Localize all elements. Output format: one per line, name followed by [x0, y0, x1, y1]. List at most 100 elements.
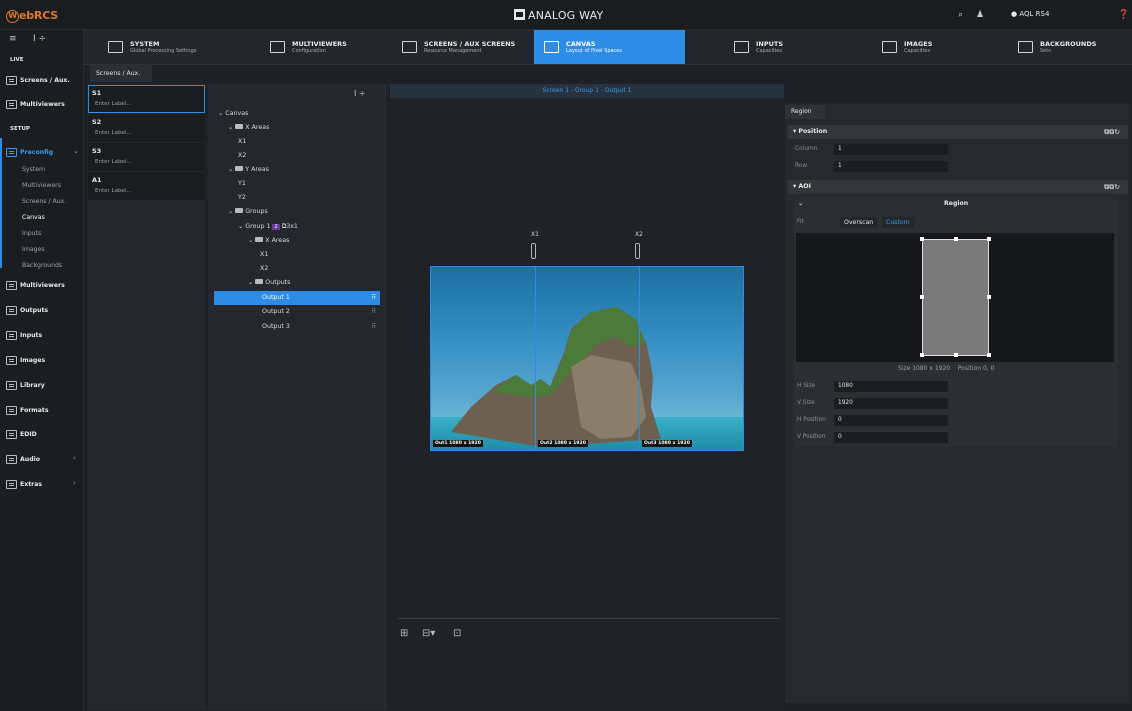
- tree-output-3[interactable]: Output 3 ⠿: [262, 323, 380, 330]
- drag-handle-icon[interactable]: ⠿: [371, 308, 376, 315]
- x-area-handle-1[interactable]: [531, 243, 536, 259]
- nav-library[interactable]: Library: [6, 377, 45, 393]
- column-input[interactable]: 1: [834, 144, 948, 155]
- tree-group-1[interactable]: ⌄ Group 1 2 ⧉3x1: [238, 223, 298, 231]
- library-icon: [6, 380, 17, 390]
- subnav-canvas[interactable]: Canvas: [22, 214, 45, 221]
- folder-icon: [255, 237, 264, 242]
- tree-canvas[interactable]: ⌄ Canvas: [218, 110, 248, 117]
- nav-setup-heading: SETUP: [10, 126, 30, 132]
- subnav-system[interactable]: System: [22, 166, 45, 173]
- chevron-down-icon[interactable]: ⌄: [73, 147, 79, 155]
- hpos-input[interactable]: 0: [834, 415, 948, 426]
- tree-groups[interactable]: ⌄ Groups: [228, 208, 268, 215]
- tab-screens[interactable]: SCREENS / AUX SCREENS Resource Management: [392, 30, 532, 64]
- subnav-multiviewers[interactable]: Multiviewers: [22, 182, 61, 189]
- fit-overscan[interactable]: Overscan: [840, 217, 878, 228]
- subnav-backgrounds[interactable]: Backgrounds: [22, 262, 62, 269]
- copy-paste-reset-icons[interactable]: ⧉⧉↻: [1104, 180, 1120, 194]
- tab-multiviewers[interactable]: MULTIVIEWERS Configuration: [260, 30, 390, 64]
- row-input[interactable]: 1: [834, 161, 948, 172]
- resize-handle[interactable]: [954, 353, 958, 357]
- nav-outputs[interactable]: Outputs: [6, 302, 48, 318]
- resize-handle[interactable]: [920, 295, 924, 299]
- text-size-icon[interactable]: I ÷: [354, 89, 366, 98]
- nav-multiviewers-2[interactable]: Multiviewers: [6, 277, 65, 293]
- resize-handle[interactable]: [954, 237, 958, 241]
- tree-x2[interactable]: X2: [238, 152, 246, 159]
- output-label-2: Out2 1080 x 1920: [538, 440, 588, 447]
- screen-item-s2[interactable]: S2 Enter Label...: [88, 114, 205, 142]
- resize-handle[interactable]: [920, 237, 924, 241]
- bell-icon[interactable]: ♟: [976, 10, 984, 20]
- tab-backgrounds[interactable]: BACKGROUNDS Sets: [1008, 30, 1128, 64]
- text-size-icon[interactable]: I ÷: [33, 34, 46, 44]
- copy-paste-reset-icons[interactable]: ⧉⧉↻: [1104, 125, 1120, 139]
- help-icon[interactable]: ❓: [1118, 10, 1129, 20]
- nav-multiviewers[interactable]: Multiviewers: [6, 96, 65, 112]
- tree-group-x2[interactable]: X2: [260, 265, 268, 272]
- distribute-icon[interactable]: ⊟▾: [422, 628, 435, 639]
- drag-handle-icon[interactable]: ⠿: [371, 323, 376, 330]
- nav-preconfig[interactable]: Preconfig: [6, 144, 53, 160]
- section-aoi[interactable]: ▾ AOI ⧉⧉↻: [788, 180, 1128, 194]
- analogway-logo-icon: [514, 9, 525, 20]
- vpos-input[interactable]: 0: [834, 432, 948, 443]
- tab-system[interactable]: SYSTEM Global Processing Settings: [98, 30, 248, 64]
- tab-region[interactable]: Region: [785, 105, 825, 119]
- screen-item-a1[interactable]: A1 Enter Label...: [88, 172, 205, 200]
- chevron-down-icon[interactable]: ⌄: [798, 200, 803, 207]
- align-icon[interactable]: ⊞: [400, 628, 408, 639]
- resize-handle[interactable]: [987, 237, 991, 241]
- chevron-right-icon[interactable]: ›: [73, 479, 76, 487]
- tree-outputs[interactable]: ⌄ Outputs: [248, 279, 290, 286]
- tab-images[interactable]: IMAGES Capacities: [872, 30, 992, 64]
- nav-screens-aux[interactable]: Screens / Aux.: [6, 72, 70, 88]
- fit-icon[interactable]: ⊡: [453, 628, 461, 639]
- subtab-screens-aux[interactable]: Screens / Aux.: [90, 65, 152, 82]
- nav-audio[interactable]: Audio: [6, 451, 40, 467]
- nav-edid[interactable]: EDID: [6, 426, 37, 442]
- collapse-icon[interactable]: ≡: [9, 34, 17, 44]
- screens-list: S1 Enter Label... S2 Enter Label... S3 Ente…: [88, 84, 205, 710]
- tree-group-x-areas[interactable]: ⌄ X Areas: [248, 237, 289, 244]
- subnav-screens-aux[interactable]: Screens / Aux.: [22, 198, 66, 205]
- subnav-inputs[interactable]: Inputs: [22, 230, 41, 237]
- fit-custom[interactable]: Custom: [882, 217, 914, 228]
- nav-extras[interactable]: Extras: [6, 476, 42, 492]
- resize-handle[interactable]: [920, 353, 924, 357]
- tree-y1[interactable]: Y1: [238, 180, 246, 187]
- section-position[interactable]: ▾ Position ⧉⧉↻: [788, 125, 1128, 139]
- nav-inputs[interactable]: Inputs: [6, 327, 42, 343]
- hsize-input[interactable]: 1080: [834, 381, 948, 392]
- tree-y2[interactable]: Y2: [238, 194, 246, 201]
- screen-item-s1[interactable]: S1 Enter Label...: [88, 85, 205, 113]
- tree-output-2[interactable]: Output 2 ⠿: [262, 308, 380, 315]
- system-icon: [108, 41, 123, 53]
- tab-canvas[interactable]: CANVAS Layout of Pixel Spaces: [534, 30, 685, 64]
- drag-handle-icon[interactable]: ⠿: [371, 291, 376, 305]
- nav-formats[interactable]: Formats: [6, 402, 49, 418]
- search-icon[interactable]: ⌕: [958, 10, 963, 20]
- brand-title: ANALOG WAY: [514, 9, 603, 22]
- resize-handle[interactable]: [987, 295, 991, 299]
- tree-group-x1[interactable]: X1: [260, 251, 268, 258]
- vsize-label: V Size: [797, 400, 815, 406]
- aoi-region-rect[interactable]: [922, 239, 989, 356]
- tree-x1[interactable]: X1: [238, 138, 246, 145]
- tree-x-areas[interactable]: ⌄ X Areas: [228, 124, 269, 131]
- user-menu[interactable]: ● AQL RS4: [1011, 10, 1049, 18]
- subnav-images[interactable]: Images: [22, 246, 45, 253]
- images-icon: [882, 41, 897, 53]
- screen-item-s3[interactable]: S3 Enter Label...: [88, 143, 205, 171]
- x-area-handle-2[interactable]: [635, 243, 640, 259]
- tree-output-1[interactable]: Output 1 ⠿: [214, 291, 380, 305]
- vsize-input[interactable]: 1920: [834, 398, 948, 409]
- app-logo[interactable]: WebRCS: [6, 9, 58, 23]
- tree-y-areas[interactable]: ⌄ Y Areas: [228, 166, 269, 173]
- tab-inputs[interactable]: INPUTS Capacities: [724, 30, 844, 64]
- resize-handle[interactable]: [987, 353, 991, 357]
- chevron-right-icon[interactable]: ›: [73, 454, 76, 462]
- canvas-preview[interactable]: Out1 1080 x 1920 Out2 1080 x 1920 Out3 1…: [430, 266, 744, 451]
- nav-images[interactable]: Images: [6, 352, 45, 368]
